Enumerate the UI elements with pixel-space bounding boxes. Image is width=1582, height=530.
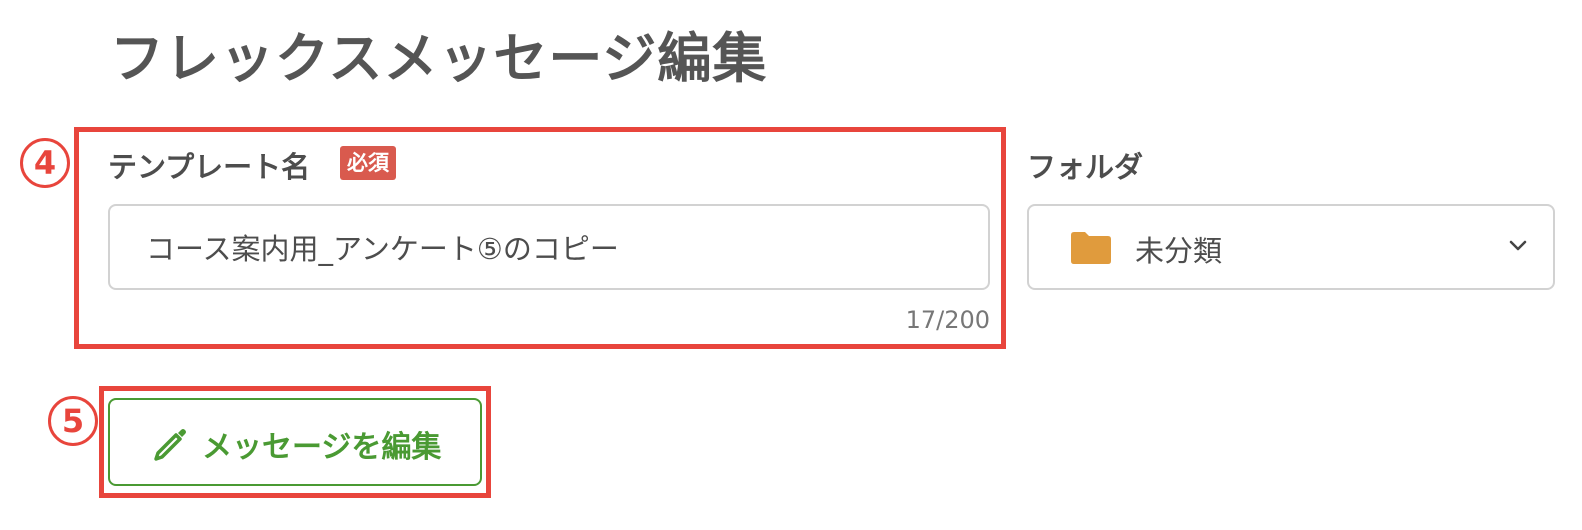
edit-message-button[interactable]: メッセージを編集 xyxy=(108,398,482,486)
annotation-number-5: 5 xyxy=(48,396,98,446)
template-name-input[interactable] xyxy=(108,204,990,290)
template-name-label: テンプレート名 xyxy=(108,150,311,184)
folder-icon xyxy=(1071,232,1111,264)
edit-message-label: メッセージを編集 xyxy=(202,430,442,465)
chevron-down-icon xyxy=(1509,240,1527,251)
flex-message-editor: フレックスメッセージ編集 4 テンプレート名 必須 17/200 フォルダ 未分… xyxy=(0,0,1582,530)
folder-selected-value: 未分類 xyxy=(1135,234,1223,268)
required-badge: 必須 xyxy=(340,146,396,180)
pencil-icon xyxy=(154,429,186,461)
folder-select[interactable]: 未分類 xyxy=(1027,204,1555,290)
character-counter: 17/200 xyxy=(905,306,990,334)
page-title: フレックスメッセージ編集 xyxy=(110,27,768,90)
folder-label: フォルダ xyxy=(1027,150,1144,184)
annotation-number-4: 4 xyxy=(20,138,70,188)
